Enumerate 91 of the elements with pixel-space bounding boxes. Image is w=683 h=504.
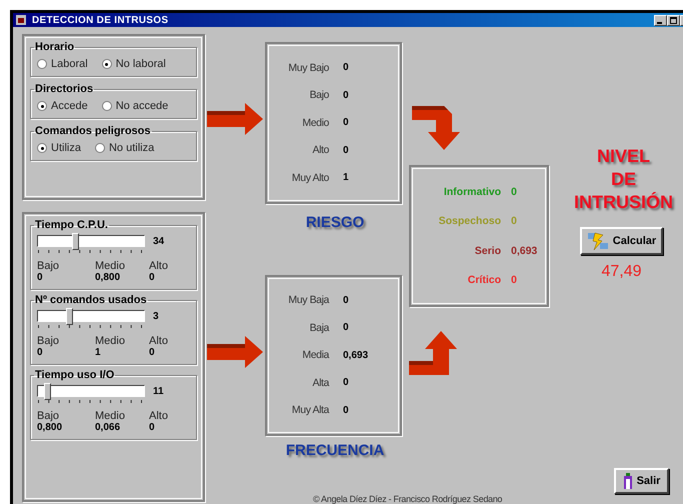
level-value: 0 <box>343 322 350 334</box>
slider-thumb[interactable] <box>44 383 51 400</box>
level-label: Sospechoso <box>438 215 501 228</box>
reading-label: Alto <box>149 410 168 422</box>
level-label: Baja <box>308 322 329 334</box>
level-value: 0 <box>343 117 350 128</box>
reading-value: 0,800 <box>37 422 62 433</box>
radio-option[interactable]: No utiliza <box>94 142 154 154</box>
group-title: Tiempo uso I/O <box>34 369 116 381</box>
slider-thumb[interactable] <box>66 308 73 325</box>
level-label: Crítico <box>466 274 501 286</box>
calculate-button[interactable]: Calcular <box>580 227 664 255</box>
radio-button[interactable] <box>102 59 112 69</box>
intrusion-heading: NIVEL <box>596 146 650 167</box>
arrow-icon <box>205 101 265 137</box>
radio-option[interactable]: No laboral <box>102 58 166 70</box>
reading-value: 0 <box>37 347 43 358</box>
group-title: Comandos peligrosos <box>34 125 152 137</box>
level-value: 0 <box>343 90 350 101</box>
radio-button[interactable] <box>102 101 112 111</box>
reading-label: Alto <box>149 335 168 347</box>
level-value: 0,693 <box>511 244 538 257</box>
level-value: 0 <box>343 294 350 306</box>
radio-option[interactable]: Utiliza <box>37 142 81 154</box>
group-title: Directorios <box>34 83 94 95</box>
frequency-title: FRECUENCIA <box>284 442 386 459</box>
level-label: Media <box>301 349 329 362</box>
radio-button[interactable] <box>37 143 47 153</box>
risk-title: RIESGO <box>304 214 366 230</box>
reading-label: Bajo <box>37 260 60 272</box>
slider-track[interactable] <box>37 385 145 397</box>
level-value: 0 <box>511 215 518 228</box>
level-label: Informativo <box>442 186 501 198</box>
reading-label: Alto <box>149 260 168 272</box>
copyright-text: © Angela Díez Díez - Francisco Rodríguez Sedano <box>313 494 502 504</box>
slider-track[interactable] <box>37 235 145 247</box>
reading-value: 0,800 <box>95 272 120 283</box>
reading-value: 0 <box>149 422 155 433</box>
level-value: 0 <box>511 274 518 286</box>
reading-value: 0 <box>149 272 155 283</box>
arrow-icon <box>205 334 265 370</box>
slider-track[interactable] <box>37 310 145 322</box>
level-value: 1 <box>343 172 350 184</box>
radio-option[interactable]: No accede <box>102 100 168 112</box>
slider-value: 34 <box>153 236 164 246</box>
reading-value: 0 <box>37 272 43 283</box>
reading-value: 1 <box>95 347 101 358</box>
exit-button[interactable]: Salir <box>614 468 670 494</box>
reading-value: 0 <box>149 347 155 358</box>
level-value: 0,693 <box>343 350 370 361</box>
level-label: Medio <box>301 116 329 129</box>
reading-value: 0,066 <box>95 422 120 433</box>
level-label: Serio <box>474 244 501 257</box>
arrow-icon <box>409 331 459 377</box>
group-title: Nº comandos usados <box>34 294 148 306</box>
level-label: Muy Alta <box>290 404 329 416</box>
level-value: 0 <box>343 377 350 388</box>
reading-label: Medio <box>95 260 125 272</box>
radio-option[interactable]: Accede <box>37 100 88 112</box>
maximize-button[interactable] <box>667 14 680 26</box>
level-value: 0 <box>343 404 350 416</box>
result-value: 47,49 <box>601 263 642 281</box>
slider-value: 11 <box>153 386 164 396</box>
level-value: 0 <box>343 144 350 156</box>
slider-value: 3 <box>153 310 159 322</box>
reading-label: Bajo <box>37 335 60 347</box>
reading-label: Medio <box>95 410 125 422</box>
level-label: Muy Bajo <box>287 62 329 74</box>
level-label: Alto <box>312 144 329 156</box>
level-label: Bajo <box>308 89 329 102</box>
intrusion-heading: DE <box>610 169 636 190</box>
reading-label: Bajo <box>37 410 60 422</box>
slider-thumb[interactable] <box>72 233 79 250</box>
level-label: Muy Baja <box>287 294 329 306</box>
intrusion-heading: INTRUSIÓN <box>574 192 673 213</box>
radio-button[interactable] <box>37 101 47 111</box>
level-value: 0 <box>511 186 518 198</box>
level-label: Alta <box>312 376 329 389</box>
group-title: Tiempo C.P.U. <box>34 219 109 231</box>
minimize-button[interactable] <box>654 14 667 26</box>
level-value: 0 <box>343 62 350 74</box>
radio-button[interactable] <box>94 143 105 153</box>
app-icon <box>16 15 26 25</box>
window-title: DETECCION DE INTRUSOS <box>32 14 170 26</box>
radio-option[interactable]: Laboral <box>37 58 88 70</box>
group-title: Horario <box>34 41 76 53</box>
reading-label: Medio <box>95 335 125 347</box>
level-label: Muy Alto <box>290 172 329 184</box>
door-icon <box>622 473 633 489</box>
lightning-icon <box>586 231 609 251</box>
radio-button[interactable] <box>37 59 47 69</box>
